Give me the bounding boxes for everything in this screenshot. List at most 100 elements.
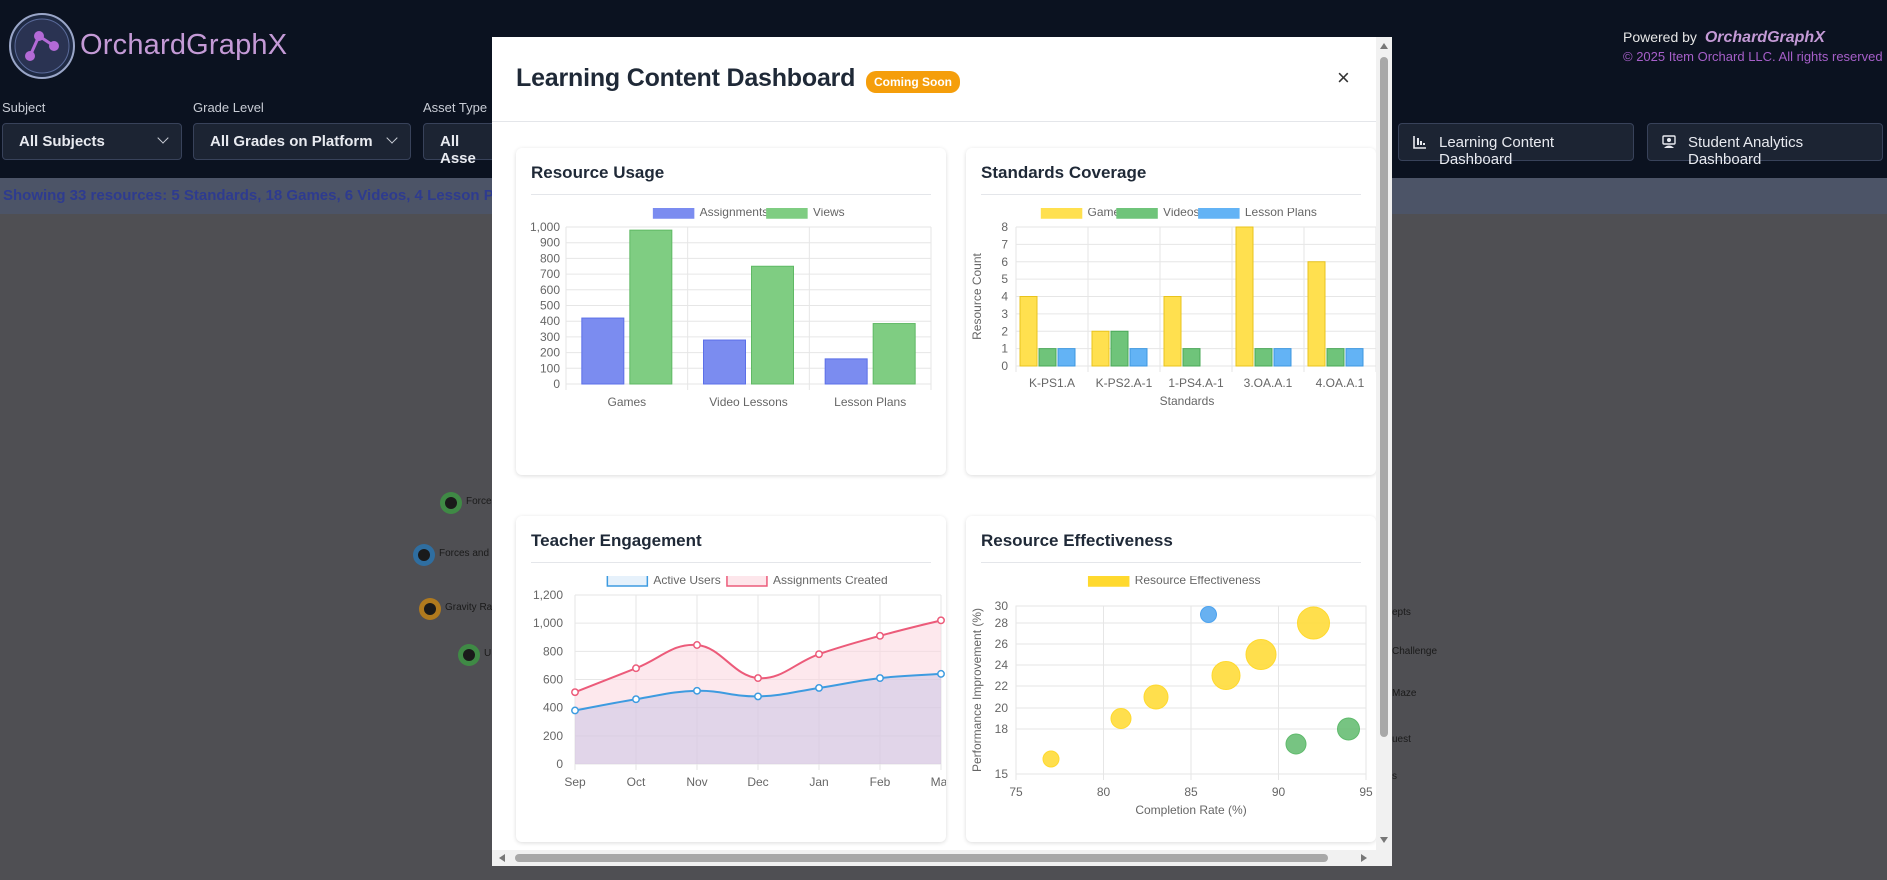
y-tick-label: 1,200	[533, 588, 563, 602]
close-icon[interactable]: ×	[1337, 65, 1350, 91]
y-tick-label: 1,000	[533, 616, 563, 630]
video-node-icon[interactable]	[440, 492, 462, 514]
bubble	[1245, 639, 1277, 670]
legend-swatch	[1116, 208, 1158, 219]
bubble	[1337, 717, 1360, 741]
data-point	[815, 650, 823, 659]
legend-label: Assignments	[700, 208, 769, 219]
y-tick-label: 0	[553, 377, 560, 391]
x-tick-label: Dec	[747, 775, 768, 789]
legend-swatch	[1087, 576, 1130, 587]
x-tick-label: Video Lessons	[709, 395, 788, 409]
graph-node-label: Gravity Rac	[445, 602, 498, 613]
asset-type-select[interactable]: All Asse	[423, 123, 503, 167]
y-tick-label: 26	[995, 637, 1009, 651]
bar	[751, 265, 794, 385]
game-node-icon[interactable]	[419, 598, 441, 620]
bubble	[1297, 606, 1330, 640]
card-title: Standards Coverage	[981, 163, 1147, 182]
y-tick-label: 4	[1001, 290, 1008, 304]
data-point	[876, 674, 884, 683]
divider	[531, 194, 931, 195]
divider	[531, 562, 931, 563]
video-node-icon[interactable]	[458, 644, 480, 666]
dashboard-modal: Learning Content Dashboard Coming Soon ×…	[492, 37, 1392, 866]
card-title: Resource Effectiveness	[981, 531, 1173, 550]
app-brand: OrchardGraphX	[80, 29, 288, 61]
y-axis-title: Performance Improvement (%)	[970, 608, 984, 772]
y-tick-label: 400	[543, 701, 563, 715]
bar	[1235, 226, 1254, 367]
graph-node-label: uest	[1392, 734, 1411, 745]
student-analytics-dashboard-button[interactable]: Student Analytics Dashboard	[1647, 123, 1883, 168]
powered-by-brand: OrchardGraphX	[1704, 29, 1825, 46]
y-tick-label: 5	[1001, 272, 1008, 286]
teacher-engagement-card: Teacher Engagement Active Users Assignmen…	[516, 516, 946, 842]
resource-usage-card: Resource Usage Assignments Views 0 100 200 30…	[516, 148, 946, 475]
modal-header: Learning Content Dashboard Coming Soon ×	[492, 37, 1376, 122]
divider	[981, 562, 1361, 563]
resource-summary-text: Showing 33 resources: 5 Standards, 18 Ga…	[3, 187, 524, 204]
resource-effectiveness-chart: Resource Effectiveness 15 18 20 22 24 26 28 30 75…	[970, 576, 1373, 817]
data-point	[937, 669, 945, 678]
card-title: Resource Usage	[531, 163, 665, 182]
legend-swatch	[766, 208, 808, 219]
bar	[1182, 348, 1201, 367]
y-tick-label: 600	[540, 283, 560, 297]
legend-swatch	[652, 208, 695, 219]
grade-level-select[interactable]: All Grades on Platform	[193, 123, 411, 160]
legend-swatch	[606, 576, 649, 587]
modal-title: Learning Content Dashboard	[516, 64, 856, 92]
coming-soon-badge: Coming Soon	[866, 71, 960, 93]
learning-content-dashboard-label: Learning Content Dashboard	[1439, 134, 1555, 168]
scroll-up-icon[interactable]	[1380, 43, 1388, 49]
bar	[1273, 348, 1292, 367]
y-axis-title: Resource Count	[970, 252, 984, 339]
y-tick-label: 100	[540, 361, 560, 375]
scroll-left-icon[interactable]	[499, 854, 505, 862]
x-tick-label: 1-PS4.A-1	[1168, 376, 1224, 390]
horizontal-scroll-thumb[interactable]	[515, 854, 1328, 862]
y-tick-label: 900	[540, 236, 560, 250]
chevron-down-icon	[386, 132, 398, 144]
legend-label: Resource Effectiveness	[1135, 576, 1261, 587]
bar	[1038, 348, 1057, 367]
scroll-down-icon[interactable]	[1380, 837, 1388, 843]
y-tick-label: 1,000	[530, 220, 560, 234]
y-tick-label: 0	[1001, 359, 1008, 373]
legend-swatch	[1198, 208, 1240, 219]
chevron-down-icon	[157, 132, 169, 144]
learning-content-dashboard-button[interactable]: Learning Content Dashboard	[1398, 123, 1634, 168]
x-tick-label: Games	[607, 395, 646, 409]
vertical-scroll-thumb[interactable]	[1380, 57, 1388, 737]
y-tick-label: 800	[540, 251, 560, 265]
graph-node-label: s	[1392, 771, 1397, 782]
user-chart-icon	[1662, 135, 1676, 148]
x-tick-label: Feb	[870, 775, 891, 789]
y-tick-label: 7	[1001, 237, 1008, 251]
x-tick-label: 90	[1272, 785, 1286, 799]
bubble	[1211, 661, 1241, 690]
x-tick-label: Nov	[686, 775, 707, 789]
document-node-icon[interactable]	[413, 544, 435, 566]
bar	[1110, 330, 1129, 367]
y-tick-label: 3	[1001, 307, 1008, 321]
scroll-right-icon[interactable]	[1361, 854, 1367, 862]
x-tick-label: Jan	[809, 775, 828, 789]
teacher-engagement-chart: Active Users Assignments Created 0 200 400 60…	[533, 576, 946, 789]
subject-select[interactable]: All Subjects	[2, 123, 182, 160]
grade-level-label: Grade Level	[193, 100, 264, 115]
x-tick-label: K-PS2.A-1	[1096, 376, 1153, 390]
bar	[703, 339, 746, 385]
subject-select-value: All Subjects	[19, 133, 105, 150]
legend-swatch	[726, 576, 768, 587]
bar	[1057, 348, 1076, 367]
bar	[1129, 348, 1148, 367]
bar	[1307, 261, 1326, 367]
y-tick-label: 300	[540, 330, 560, 344]
bubble	[1200, 606, 1217, 623]
bubble	[1143, 684, 1169, 710]
y-tick-label: 8	[1001, 220, 1008, 234]
card-title: Teacher Engagement	[531, 531, 702, 550]
bar	[824, 358, 868, 385]
